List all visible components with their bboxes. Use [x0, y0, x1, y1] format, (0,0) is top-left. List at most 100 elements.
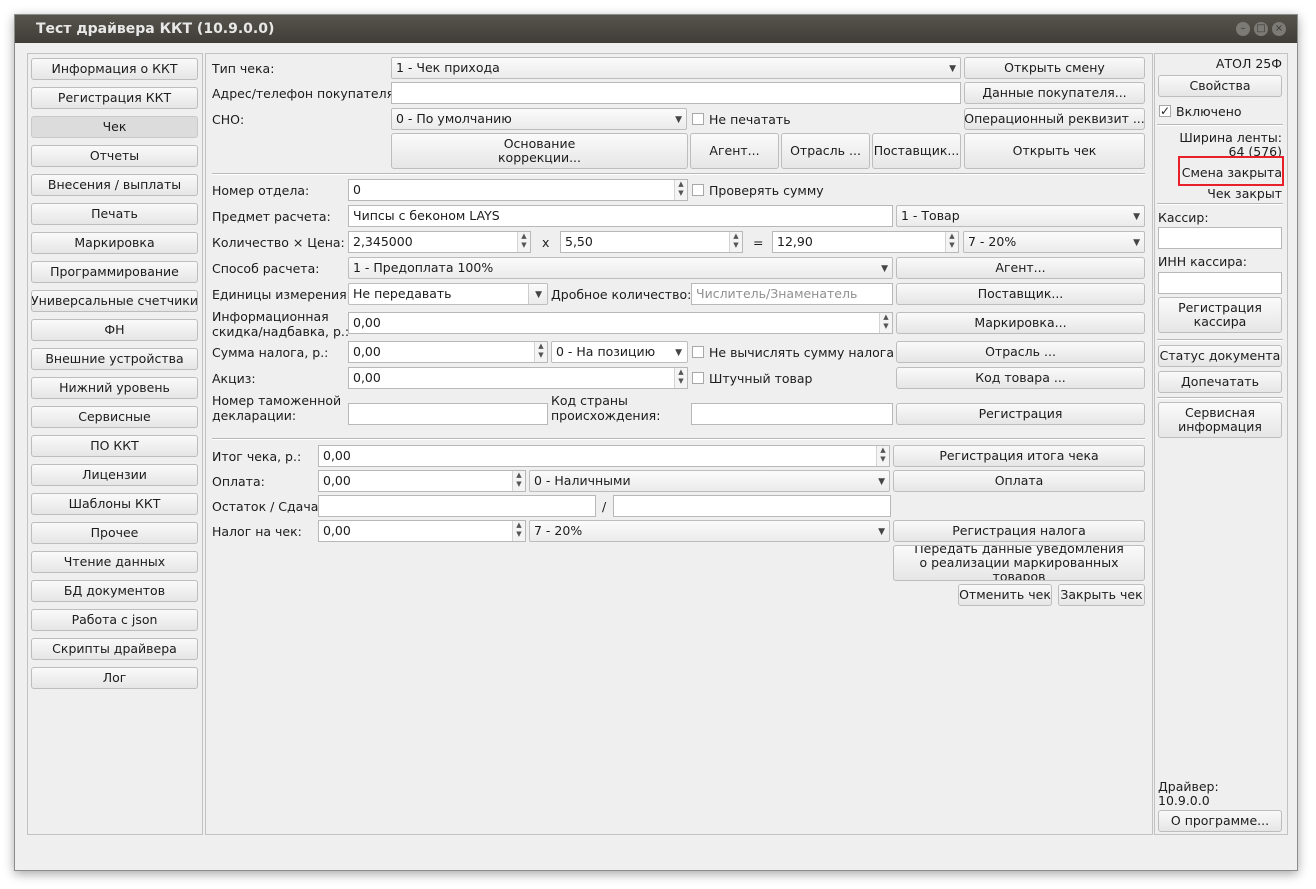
register-total-button[interactable]: Регистрация итога чека — [893, 445, 1145, 467]
window-title: Тест драйвера ККТ (10.9.0.0) — [36, 21, 275, 37]
reprint-button[interactable]: Допечатать — [1158, 371, 1282, 393]
receipt-tax-type-select[interactable]: 7 - 20% ▼ — [529, 520, 890, 542]
spin-arrows-icon[interactable]: ▲ ▼ — [729, 232, 742, 252]
quantity-spinbox[interactable]: 2,345000 ▲ ▼ — [348, 231, 531, 253]
total-spinbox[interactable]: 0,00 ▲ ▼ — [318, 445, 890, 467]
cashier-inn-input[interactable] — [1158, 272, 1282, 294]
close-icon[interactable]: × — [1272, 22, 1286, 36]
receipt-tax-spinbox[interactable]: 0,00 ▲ ▼ — [318, 520, 526, 542]
buyer-address-input[interactable] — [391, 82, 961, 104]
sidebar-item[interactable]: Лицензии — [31, 464, 198, 486]
country-input[interactable] — [691, 403, 893, 425]
spin-arrows-icon[interactable]: ▲ ▼ — [876, 446, 889, 466]
tax-mode-value: 0 - На позицию — [556, 344, 656, 359]
register-position-button[interactable]: Регистрация — [896, 403, 1145, 425]
sidebar-item[interactable]: Чек — [31, 116, 198, 138]
subject-type-select[interactable]: 1 - Товар ▼ — [896, 205, 1145, 227]
product-code-button[interactable]: Код товара ... — [896, 367, 1145, 389]
payment-button[interactable]: Оплата — [893, 470, 1145, 492]
spin-arrows-icon[interactable]: ▲ ▼ — [674, 180, 687, 200]
check-sum-checkbox[interactable] — [692, 184, 704, 196]
properties-button[interactable]: Свойства — [1158, 75, 1282, 97]
sidebar-item[interactable]: Прочее — [31, 522, 198, 544]
sidebar-item[interactable]: ПО ККТ — [31, 435, 198, 457]
position-industry-button[interactable]: Отрасль ... — [896, 341, 1145, 363]
receipt-agent-button[interactable]: Агент... — [690, 133, 779, 169]
notify-marking-button[interactable]: Передать данные уведомления о реализации… — [893, 545, 1145, 581]
tax-rate-select[interactable]: 7 - 20% ▼ — [963, 231, 1145, 253]
payment-type-select[interactable]: 0 - Наличными ▼ — [529, 470, 890, 492]
customs-input[interactable] — [348, 403, 548, 425]
sidebar-item[interactable]: Программирование — [31, 261, 198, 283]
close-receipt-button[interactable]: Закрыть чек — [1058, 584, 1145, 606]
sidebar-item[interactable]: Сервисные — [31, 406, 198, 428]
service-info-button[interactable]: Сервисная информация — [1158, 402, 1282, 438]
sidebar-item[interactable]: ФН — [31, 319, 198, 341]
sidebar-item[interactable]: Внешние устройства — [31, 348, 198, 370]
tax-sum-spinbox[interactable]: 0,00 ▲ ▼ — [348, 341, 548, 363]
enabled-checkbox[interactable]: ✓ — [1159, 105, 1171, 117]
sidebar-item[interactable]: Работа с json — [31, 609, 198, 631]
op-requisite-button[interactable]: Операционный реквизит ... — [964, 108, 1145, 130]
department-spinbox[interactable]: 0 ▲ ▼ — [348, 179, 688, 201]
spin-arrows-icon[interactable]: ▲ ▼ — [534, 342, 547, 362]
fraction-input[interactable]: Числитель/Знаменатель — [691, 283, 893, 305]
service-info-line2: информация — [1178, 419, 1262, 434]
tax-sum-label: Сумма налога, р.: — [212, 345, 329, 360]
no-calc-tax-checkbox[interactable] — [692, 346, 704, 358]
spin-arrows-icon[interactable]: ▲ ▼ — [879, 313, 892, 333]
receipt-type-select[interactable]: 1 - Чек прихода ▼ — [391, 57, 961, 79]
divider — [1157, 397, 1283, 399]
sidebar-item[interactable]: Шаблоны ККТ — [31, 493, 198, 515]
minimize-icon[interactable]: – — [1236, 22, 1250, 36]
sidebar-item[interactable]: Лог — [31, 667, 198, 689]
cashier-input[interactable] — [1158, 227, 1282, 249]
document-status-button[interactable]: Статус документа — [1158, 345, 1282, 367]
correction-basis-button[interactable]: Основание коррекции... — [391, 133, 688, 169]
subject-input[interactable]: Чипсы с беконом LAYS — [348, 205, 893, 227]
cancel-receipt-button[interactable]: Отменить чек — [958, 584, 1052, 606]
spin-arrows-icon[interactable]: ▲ ▼ — [945, 232, 958, 252]
sidebar-item[interactable]: Маркировка — [31, 232, 198, 254]
spin-arrows-icon[interactable]: ▲ ▼ — [512, 471, 525, 491]
spin-arrows-icon[interactable]: ▲ ▼ — [674, 368, 687, 388]
spin-arrows-icon[interactable]: ▲ ▼ — [512, 521, 525, 541]
discount-spinbox[interactable]: 0,00 ▲ ▼ — [348, 312, 893, 334]
sno-select[interactable]: 0 - По умолчанию ▼ — [391, 108, 687, 130]
receipt-supplier-button[interactable]: Поставщик... — [872, 133, 961, 169]
sidebar-item[interactable]: Регистрация ККТ — [31, 87, 198, 109]
open-shift-button[interactable]: Открыть смену — [964, 57, 1145, 79]
sidebar-item[interactable]: Внесения / выплаты — [31, 174, 198, 196]
spin-arrows-icon[interactable]: ▲ ▼ — [517, 232, 530, 252]
sidebar-item[interactable]: Информация о ККТ — [31, 58, 198, 80]
change-input[interactable] — [613, 495, 891, 517]
sidebar-item[interactable]: Отчеты — [31, 145, 198, 167]
register-cashier-button[interactable]: Регистрация кассира — [1158, 297, 1282, 333]
piece-goods-checkbox[interactable] — [692, 372, 704, 384]
sidebar-item[interactable]: Печать — [31, 203, 198, 225]
buyer-data-button[interactable]: Данные покупателя... — [964, 82, 1145, 104]
register-tax-button[interactable]: Регистрация налога — [893, 520, 1145, 542]
open-receipt-button[interactable]: Открыть чек — [964, 133, 1145, 169]
sidebar-item[interactable]: Чтение данных — [31, 551, 198, 573]
sno-value: 0 - По умолчанию — [396, 111, 512, 126]
sum-spinbox[interactable]: 12,90 ▲ ▼ — [772, 231, 959, 253]
price-spinbox[interactable]: 5,50 ▲ ▼ — [560, 231, 743, 253]
sidebar-item[interactable]: Скрипты драйвера — [31, 638, 198, 660]
excise-spinbox[interactable]: 0,00 ▲ ▼ — [348, 367, 688, 389]
sidebar-item[interactable]: Нижний уровень — [31, 377, 198, 399]
receipt-industry-button[interactable]: Отрасль ... — [781, 133, 870, 169]
marking-button[interactable]: Маркировка... — [896, 312, 1145, 334]
payment-spinbox[interactable]: 0,00 ▲ ▼ — [318, 470, 526, 492]
units-select[interactable]: Не передавать ▼ — [348, 283, 548, 305]
about-button[interactable]: О программе... — [1158, 810, 1282, 832]
sidebar-item[interactable]: Универсальные счетчики — [31, 290, 198, 312]
maximize-icon[interactable]: □ — [1254, 22, 1268, 36]
payment-method-select[interactable]: 1 - Предоплата 100% ▼ — [348, 257, 893, 279]
remainder-input[interactable] — [318, 495, 596, 517]
no-print-checkbox[interactable] — [692, 113, 704, 125]
sidebar-item[interactable]: БД документов — [31, 580, 198, 602]
tax-mode-select[interactable]: 0 - На позицию ▼ — [551, 341, 688, 363]
position-agent-button[interactable]: Агент... — [896, 257, 1145, 279]
position-supplier-button[interactable]: Поставщик... — [896, 283, 1145, 305]
